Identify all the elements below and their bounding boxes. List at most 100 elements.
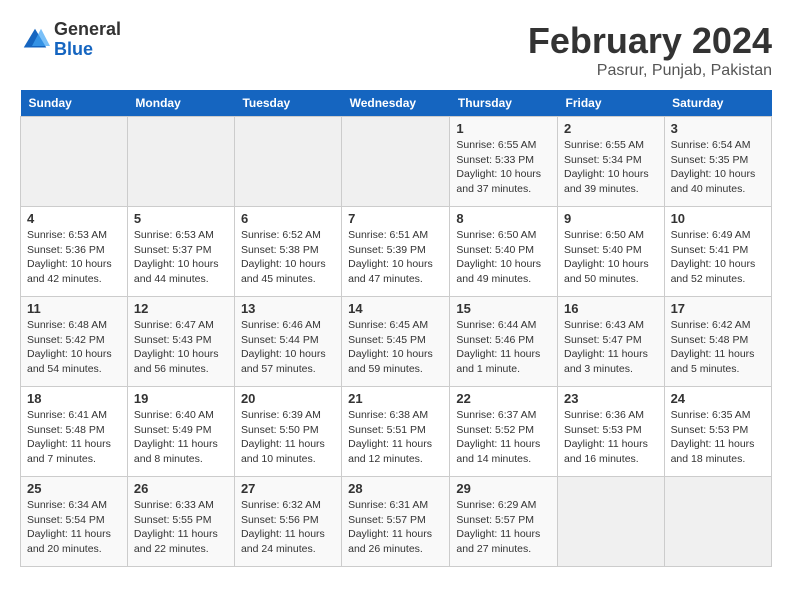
day-info: Sunrise: 6:43 AMSunset: 5:47 PMDaylight:…: [564, 318, 658, 377]
calendar-cell: 29 Sunrise: 6:29 AMSunset: 5:57 PMDayligh…: [450, 477, 558, 567]
day-number: 15: [456, 301, 551, 316]
logo-blue-text: Blue: [54, 39, 93, 59]
calendar-cell: 11 Sunrise: 6:48 AMSunset: 5:42 PMDayligh…: [21, 297, 128, 387]
day-info: Sunrise: 6:32 AMSunset: 5:56 PMDaylight:…: [241, 498, 335, 557]
day-number: 16: [564, 301, 658, 316]
day-number: 27: [241, 481, 335, 496]
day-info: Sunrise: 6:53 AMSunset: 5:36 PMDaylight:…: [27, 228, 121, 287]
calendar-cell: 7 Sunrise: 6:51 AMSunset: 5:39 PMDaylight…: [342, 207, 450, 297]
week-row-3: 11 Sunrise: 6:48 AMSunset: 5:42 PMDayligh…: [21, 297, 772, 387]
day-info: Sunrise: 6:35 AMSunset: 5:53 PMDaylight:…: [671, 408, 765, 467]
day-info: Sunrise: 6:55 AMSunset: 5:33 PMDaylight:…: [456, 138, 551, 197]
day-number: 22: [456, 391, 551, 406]
week-row-5: 25 Sunrise: 6:34 AMSunset: 5:54 PMDayligh…: [21, 477, 772, 567]
calendar-cell: 13 Sunrise: 6:46 AMSunset: 5:44 PMDayligh…: [234, 297, 341, 387]
col-header-friday: Friday: [557, 90, 664, 117]
calendar-cell: 3Sunrise: 6:54 AMSunset: 5:35 PMDaylight…: [664, 117, 771, 207]
calendar-cell: 20 Sunrise: 6:39 AMSunset: 5:50 PMDayligh…: [234, 387, 341, 477]
day-info: Sunrise: 6:54 AMSunset: 5:35 PMDaylight:…: [671, 138, 765, 197]
calendar-cell: [664, 477, 771, 567]
day-info: Sunrise: 6:33 AMSunset: 5:55 PMDaylight:…: [134, 498, 228, 557]
day-info: Sunrise: 6:45 AMSunset: 5:45 PMDaylight:…: [348, 318, 443, 377]
day-info: Sunrise: 6:46 AMSunset: 5:44 PMDaylight:…: [241, 318, 335, 377]
calendar-cell: 19 Sunrise: 6:40 AMSunset: 5:49 PMDayligh…: [127, 387, 234, 477]
day-number: 13: [241, 301, 335, 316]
calendar-cell: 1 Sunrise: 6:55 AMSunset: 5:33 PMDaylight…: [450, 117, 558, 207]
day-number: 7: [348, 211, 443, 226]
title-block: February 2024 Pasrur, Punjab, Pakistan: [528, 20, 772, 80]
day-number: 14: [348, 301, 443, 316]
calendar-table: SundayMondayTuesdayWednesdayThursdayFrid…: [20, 90, 772, 567]
day-number: 9: [564, 211, 658, 226]
week-row-2: 4 Sunrise: 6:53 AMSunset: 5:36 PMDaylight…: [21, 207, 772, 297]
day-info: Sunrise: 6:47 AMSunset: 5:43 PMDaylight:…: [134, 318, 228, 377]
calendar-cell: 15Sunrise: 6:44 AMSunset: 5:46 PMDayligh…: [450, 297, 558, 387]
calendar-cell: 12Sunrise: 6:47 AMSunset: 5:43 PMDayligh…: [127, 297, 234, 387]
day-number: 11: [27, 301, 121, 316]
day-number: 6: [241, 211, 335, 226]
calendar-cell: 27 Sunrise: 6:32 AMSunset: 5:56 PMDayligh…: [234, 477, 341, 567]
day-number: 19: [134, 391, 228, 406]
calendar-cell: 18 Sunrise: 6:41 AMSunset: 5:48 PMDayligh…: [21, 387, 128, 477]
day-info: Sunrise: 6:29 AMSunset: 5:57 PMDaylight:…: [456, 498, 551, 557]
calendar-cell: 8 Sunrise: 6:50 AMSunset: 5:40 PMDaylight…: [450, 207, 558, 297]
location: Pasrur, Punjab, Pakistan: [528, 62, 772, 80]
month-title: February 2024: [528, 20, 772, 62]
calendar-cell: 14 Sunrise: 6:45 AMSunset: 5:45 PMDayligh…: [342, 297, 450, 387]
col-header-monday: Monday: [127, 90, 234, 117]
day-number: 4: [27, 211, 121, 226]
day-info: Sunrise: 6:53 AMSunset: 5:37 PMDaylight:…: [134, 228, 228, 287]
day-number: 20: [241, 391, 335, 406]
day-info: Sunrise: 6:40 AMSunset: 5:49 PMDaylight:…: [134, 408, 228, 467]
calendar-cell: 10 Sunrise: 6:49 AMSunset: 5:41 PMDayligh…: [664, 207, 771, 297]
logo-general-text: General: [54, 19, 121, 39]
day-info: Sunrise: 6:42 AMSunset: 5:48 PMDaylight:…: [671, 318, 765, 377]
calendar-cell: 16 Sunrise: 6:43 AMSunset: 5:47 PMDayligh…: [557, 297, 664, 387]
col-header-tuesday: Tuesday: [234, 90, 341, 117]
col-header-thursday: Thursday: [450, 90, 558, 117]
logo-icon: [20, 25, 50, 55]
day-number: 28: [348, 481, 443, 496]
calendar-cell: 17 Sunrise: 6:42 AMSunset: 5:48 PMDayligh…: [664, 297, 771, 387]
day-number: 24: [671, 391, 765, 406]
day-info: Sunrise: 6:37 AMSunset: 5:52 PMDaylight:…: [456, 408, 551, 467]
calendar-cell: [557, 477, 664, 567]
calendar-cell: [234, 117, 341, 207]
day-number: 8: [456, 211, 551, 226]
day-number: 18: [27, 391, 121, 406]
day-info: Sunrise: 6:49 AMSunset: 5:41 PMDaylight:…: [671, 228, 765, 287]
day-info: Sunrise: 6:34 AMSunset: 5:54 PMDaylight:…: [27, 498, 121, 557]
day-number: 26: [134, 481, 228, 496]
week-row-4: 18 Sunrise: 6:41 AMSunset: 5:48 PMDayligh…: [21, 387, 772, 477]
day-info: Sunrise: 6:50 AMSunset: 5:40 PMDaylight:…: [456, 228, 551, 287]
calendar-cell: 2 Sunrise: 6:55 AMSunset: 5:34 PMDaylight…: [557, 117, 664, 207]
calendar-cell: 24 Sunrise: 6:35 AMSunset: 5:53 PMDayligh…: [664, 387, 771, 477]
day-info: Sunrise: 6:41 AMSunset: 5:48 PMDaylight:…: [27, 408, 121, 467]
day-number: 2: [564, 121, 658, 136]
calendar-cell: 21Sunrise: 6:38 AMSunset: 5:51 PMDayligh…: [342, 387, 450, 477]
day-number: 1: [456, 121, 551, 136]
day-info: Sunrise: 6:39 AMSunset: 5:50 PMDaylight:…: [241, 408, 335, 467]
calendar-cell: 5 Sunrise: 6:53 AMSunset: 5:37 PMDaylight…: [127, 207, 234, 297]
calendar-cell: 23 Sunrise: 6:36 AMSunset: 5:53 PMDayligh…: [557, 387, 664, 477]
day-info: Sunrise: 6:36 AMSunset: 5:53 PMDaylight:…: [564, 408, 658, 467]
day-number: 17: [671, 301, 765, 316]
day-number: 29: [456, 481, 551, 496]
day-number: 23: [564, 391, 658, 406]
calendar-cell: 25 Sunrise: 6:34 AMSunset: 5:54 PMDayligh…: [21, 477, 128, 567]
calendar-header: SundayMondayTuesdayWednesdayThursdayFrid…: [21, 90, 772, 117]
day-info: Sunrise: 6:55 AMSunset: 5:34 PMDaylight:…: [564, 138, 658, 197]
col-header-wednesday: Wednesday: [342, 90, 450, 117]
day-number: 25: [27, 481, 121, 496]
calendar-cell: 9Sunrise: 6:50 AMSunset: 5:40 PMDaylight…: [557, 207, 664, 297]
calendar-cell: 28Sunrise: 6:31 AMSunset: 5:57 PMDayligh…: [342, 477, 450, 567]
day-info: Sunrise: 6:51 AMSunset: 5:39 PMDaylight:…: [348, 228, 443, 287]
day-info: Sunrise: 6:52 AMSunset: 5:38 PMDaylight:…: [241, 228, 335, 287]
col-header-saturday: Saturday: [664, 90, 771, 117]
day-number: 5: [134, 211, 228, 226]
calendar-cell: [127, 117, 234, 207]
logo: General Blue: [20, 20, 121, 60]
day-number: 10: [671, 211, 765, 226]
calendar-cell: [21, 117, 128, 207]
day-info: Sunrise: 6:48 AMSunset: 5:42 PMDaylight:…: [27, 318, 121, 377]
